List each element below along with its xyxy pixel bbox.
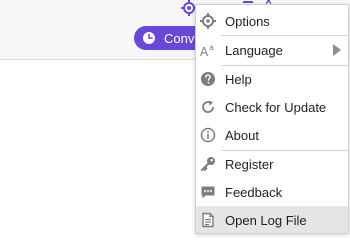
key-icon — [201, 157, 215, 171]
settings-menu: Options A a Language Help Check for Upda… — [195, 4, 349, 234]
menu-item-label: Feedback — [225, 185, 283, 200]
menu-item-help[interactable]: Help — [196, 65, 348, 93]
refresh-icon — [202, 100, 214, 113]
info-icon — [200, 127, 216, 143]
menu-item-label: Register — [225, 157, 274, 172]
menu-item-label: Options — [225, 14, 270, 29]
menu-item-about[interactable]: About — [196, 121, 348, 149]
menu-item-label: Help — [225, 72, 252, 87]
menu-item-label: Open Log File — [225, 213, 307, 228]
chat-icon — [201, 186, 215, 199]
svg-text:A: A — [200, 45, 209, 58]
app-window: × Convert Options A a — [0, 0, 350, 246]
log-file-icon — [202, 212, 214, 228]
menu-item-check-for-update[interactable]: Check for Update — [196, 93, 348, 121]
submenu-arrow-icon — [333, 44, 341, 56]
svg-text:a: a — [209, 43, 214, 52]
menu-item-language[interactable]: A a Language — [196, 36, 348, 64]
language-icon: A a — [200, 43, 214, 58]
help-icon — [201, 72, 215, 86]
menu-item-label: Check for Update — [225, 100, 327, 115]
menu-item-register[interactable]: Register — [196, 150, 348, 178]
menu-item-feedback[interactable]: Feedback — [196, 178, 348, 206]
menu-item-options[interactable]: Options — [196, 7, 348, 35]
menu-item-open-log-file[interactable]: Open Log File — [196, 206, 348, 233]
menu-item-label: About — [225, 128, 259, 143]
gear-icon — [200, 13, 216, 29]
clock-icon — [143, 32, 155, 44]
menu-item-label: Language — [225, 43, 283, 58]
